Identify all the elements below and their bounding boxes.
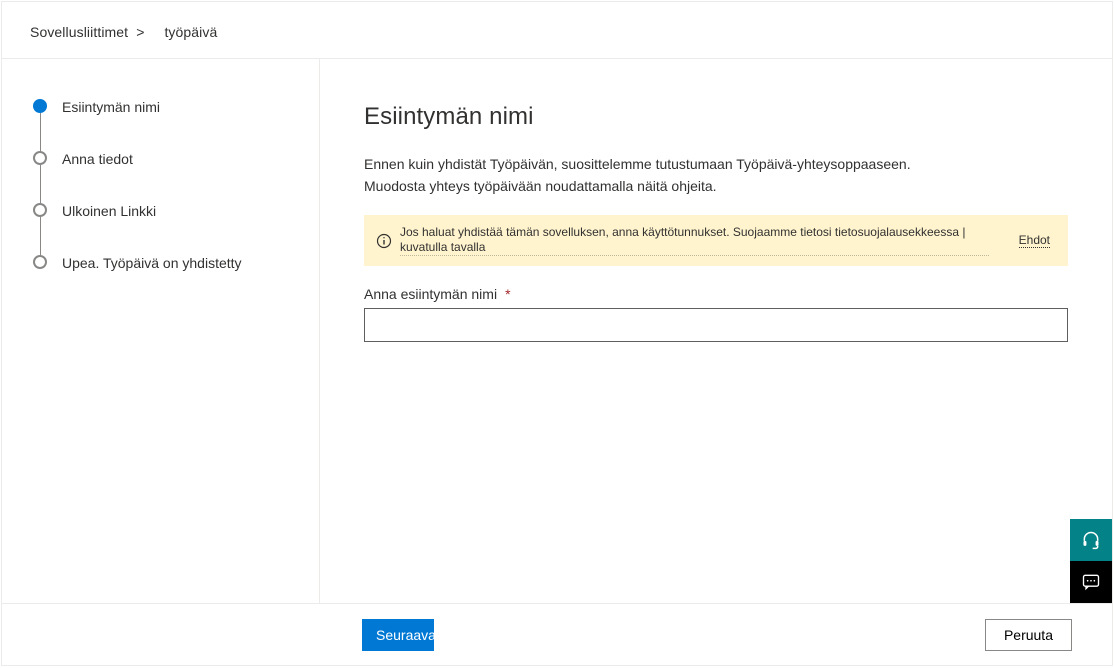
footer-bar: Seuraava Peruuta bbox=[2, 603, 1112, 665]
terms-link[interactable]: Ehdot bbox=[1019, 233, 1050, 248]
step-instance-name[interactable]: Esiintymän nimi bbox=[32, 99, 297, 151]
page-description: Ennen kuin yhdistät Työpäivän, suosittel… bbox=[364, 153, 1068, 197]
step-circle-icon bbox=[33, 255, 47, 269]
support-widget-button[interactable] bbox=[1070, 519, 1112, 561]
notice-text: Jos haluat yhdistää tämän sovelluksen, a… bbox=[400, 225, 989, 256]
page-title: Esiintymän nimi bbox=[364, 103, 1068, 131]
step-connected[interactable]: Upea. Työpäivä on yhdistetty bbox=[32, 255, 297, 271]
step-enter-details[interactable]: Anna tiedot bbox=[32, 151, 297, 203]
step-external-link[interactable]: Ulkoinen Linkki bbox=[32, 203, 297, 255]
step-connector bbox=[40, 113, 41, 151]
info-notice: Jos haluat yhdistää tämän sovelluksen, a… bbox=[364, 215, 1068, 266]
description-line-1: Ennen kuin yhdistät Työpäivän, suosittel… bbox=[364, 153, 1068, 175]
step-circle-icon bbox=[33, 151, 47, 165]
description-line-2: Muodosta yhteys työpäivään noudattamalla… bbox=[364, 175, 1068, 197]
breadcrumb-current: työpäivä bbox=[164, 24, 217, 40]
feedback-widget-button[interactable] bbox=[1070, 561, 1112, 603]
required-asterisk: * bbox=[505, 286, 510, 302]
step-circle-icon bbox=[33, 99, 47, 113]
instance-name-label: Anna esiintymän nimi* bbox=[364, 286, 1068, 302]
step-label: Ulkoinen Linkki bbox=[62, 203, 156, 219]
side-widgets bbox=[1070, 519, 1112, 603]
step-label: Upea. Työpäivä on yhdistetty bbox=[62, 255, 242, 271]
next-button[interactable]: Seuraava bbox=[362, 619, 434, 651]
cancel-button[interactable]: Peruuta bbox=[985, 619, 1072, 651]
instance-name-input[interactable] bbox=[364, 308, 1068, 342]
step-circle-icon bbox=[33, 203, 47, 217]
step-label: Esiintymän nimi bbox=[62, 99, 160, 115]
main-panel: Esiintymän nimi Ennen kuin yhdistät Työp… bbox=[320, 59, 1112, 665]
chat-icon bbox=[1081, 572, 1101, 592]
breadcrumb: Sovellusliittimet > työpäivä bbox=[2, 2, 1112, 59]
step-label: Anna tiedot bbox=[62, 151, 133, 167]
breadcrumb-root[interactable]: Sovellusliittimet bbox=[30, 24, 128, 40]
breadcrumb-separator: > bbox=[136, 24, 144, 40]
wizard-steps-sidebar: Esiintymän nimi Anna tiedot Ulkoinen Lin… bbox=[2, 59, 320, 665]
headset-icon bbox=[1081, 530, 1101, 550]
step-connector bbox=[40, 165, 41, 203]
step-connector bbox=[40, 217, 41, 255]
info-icon bbox=[376, 233, 392, 249]
